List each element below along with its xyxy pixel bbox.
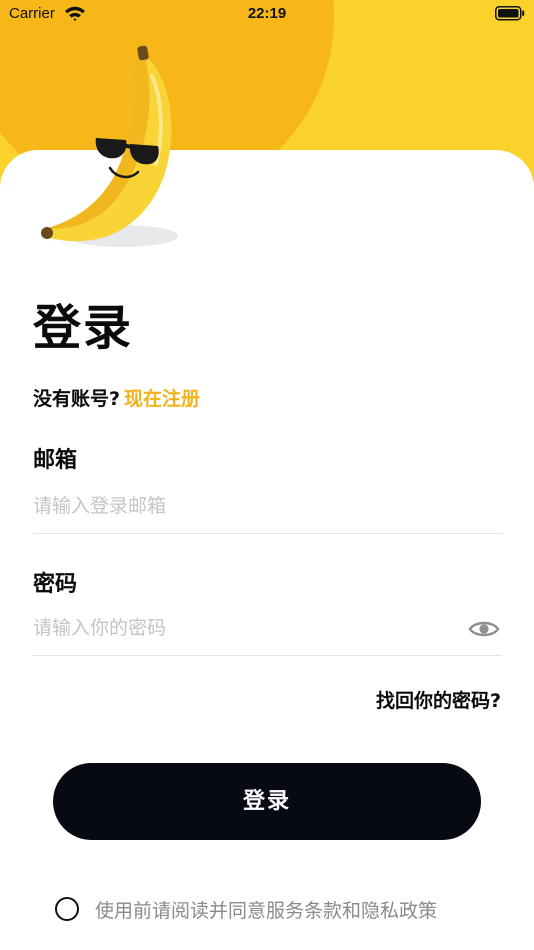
login-button[interactable]: 登录 — [53, 763, 481, 840]
banana-sunglasses-icon — [34, 40, 184, 259]
agreement-checkbox[interactable] — [55, 897, 79, 921]
email-input[interactable] — [33, 491, 458, 521]
battery-icon — [495, 6, 525, 25]
status-time: 22:19 — [247, 5, 287, 22]
forgot-password-link[interactable]: 找回你的密码? — [376, 686, 501, 713]
agreement-text: 使用前请阅读并同意服务条款和隐私政策 — [95, 899, 438, 922]
page-title: 登录 — [33, 300, 134, 356]
eye-icon[interactable] — [468, 617, 500, 645]
password-input[interactable] — [33, 613, 458, 643]
agreement-row: 使用前请阅读并同意服务条款和隐私政策 — [55, 895, 437, 923]
email-divider — [33, 533, 502, 534]
password-divider — [33, 655, 502, 656]
register-prompt-text: 没有账号? — [33, 388, 121, 410]
register-link[interactable]: 现在注册 — [124, 388, 200, 410]
register-prompt-row: 没有账号? 现在注册 — [33, 384, 200, 411]
status-bar: Carrier 22:19 — [0, 0, 534, 30]
password-label: 密码 — [33, 572, 78, 597]
email-label: 邮箱 — [33, 448, 78, 473]
